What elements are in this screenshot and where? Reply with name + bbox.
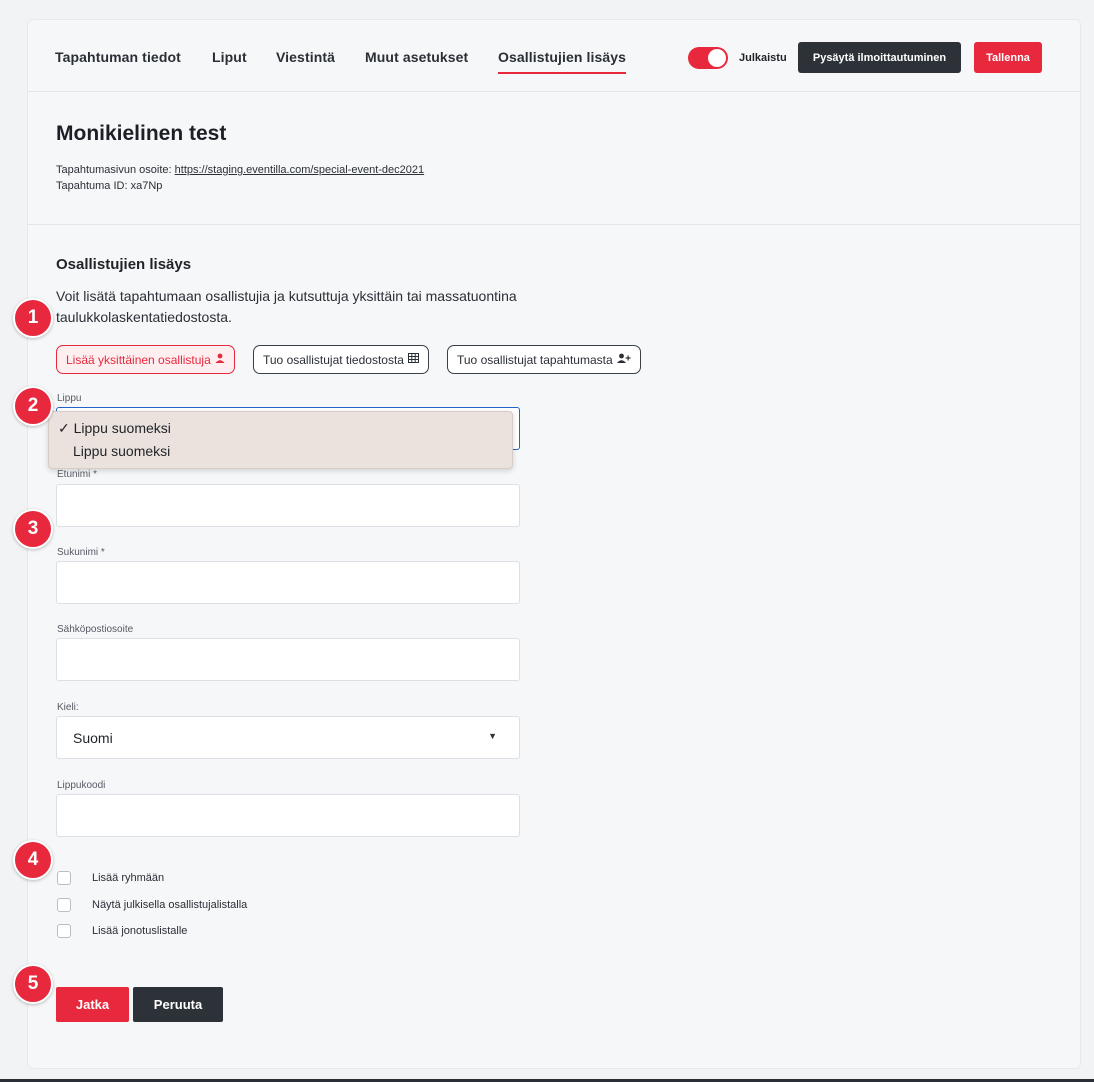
save-button[interactable]: Tallenna [974,42,1042,73]
ticket-option[interactable]: Lippu suomeksi [73,443,170,459]
step-badge-5: 5 [13,964,53,1004]
language-label: Kieli: [57,702,79,713]
main-card: Tapahtuman tiedot Liput Viestintä Muut a… [27,19,1081,1069]
lastname-label: Sukunimi * [57,547,105,558]
add-single-label: Lisää yksittäinen osallistuja [66,352,211,367]
cancel-button[interactable]: Peruuta [133,987,223,1022]
tab-event-details[interactable]: Tapahtuman tiedot [55,49,181,65]
import-from-event-button[interactable]: Tuo osallistujat tapahtumasta [447,345,641,374]
checkbox[interactable] [57,871,71,885]
section-title: Osallistujien lisäys [56,256,192,273]
ticketcode-field[interactable] [56,794,520,837]
publish-label: Julkaistu [739,52,787,64]
checkbox[interactable] [57,924,71,938]
import-file-label: Tuo osallistujat tiedostosta [263,352,404,367]
user-plus-icon [616,353,631,366]
tab-add-participants[interactable]: Osallistujien lisäys [498,49,627,74]
step-badge-2: 2 [13,386,53,426]
checkbox[interactable] [57,898,71,912]
toggle-knob [708,49,726,67]
tab-other-settings[interactable]: Muut asetukset [365,49,468,65]
checkbox-label: Lisää ryhmään [92,872,165,884]
checkbox-public-list[interactable]: Näytä julkisella osallistujalistalla [57,898,247,912]
user-icon [215,353,225,366]
ticket-option-selected[interactable]: ✓ Lippu suomeksi [58,420,171,437]
table-icon [407,353,419,366]
event-address-link[interactable]: https://staging.eventilla.com/special-ev… [175,164,424,176]
tab-communication[interactable]: Viestintä [276,49,335,65]
section-description: Voit lisätä tapahtumaan osallistujia ja … [56,288,517,325]
import-event-label: Tuo osallistujat tapahtumasta [457,352,613,367]
step-badge-3: 3 [13,509,53,549]
language-value: Suomi [73,730,113,746]
stop-registration-button[interactable]: Pysäytä ilmoittautuminen [798,42,961,73]
email-label: Sähköpostiosoite [57,624,134,635]
continue-button[interactable]: Jatka [56,987,129,1022]
checkbox-label: Lisää jonotuslistalle [92,925,188,937]
event-id: Tapahtuma ID: xa7Np [56,180,163,192]
lastname-field[interactable] [56,561,520,604]
firstname-field[interactable] [56,484,520,527]
caret-down-icon: ▼ [488,731,497,741]
language-select[interactable]: Suomi ▼ [56,716,520,759]
event-title: Monikielinen test [56,122,227,145]
publish-toggle[interactable] [688,47,728,69]
ticket-label: Lippu [57,393,82,404]
import-from-file-button[interactable]: Tuo osallistujat tiedostosta [253,345,429,374]
top-nav: Tapahtuman tiedot Liput Viestintä Muut a… [28,20,1080,92]
tab-tickets[interactable]: Liput [212,49,247,65]
event-address-label: Tapahtumasivun osoite: [56,164,172,176]
step-badge-1: 1 [13,298,53,338]
ticket-dropdown: ✓ Lippu suomeksi Lippu suomeksi [48,411,513,469]
firstname-label: Etunimi * [57,469,98,480]
step-badge-4: 4 [13,840,53,880]
add-single-participant-button[interactable]: Lisää yksittäinen osallistuja [56,345,235,374]
checkbox-waitlist[interactable]: Lisää jonotuslistalle [57,924,187,938]
checkbox-label: Näytä julkisella osallistujalistalla [92,899,248,911]
email-field[interactable] [56,638,520,681]
ticketcode-label: Lippukoodi [57,780,106,791]
divider [28,224,1080,225]
event-address: Tapahtumasivun osoite: https://staging.e… [56,164,424,176]
checkbox-add-to-group[interactable]: Lisää ryhmään [57,871,164,885]
